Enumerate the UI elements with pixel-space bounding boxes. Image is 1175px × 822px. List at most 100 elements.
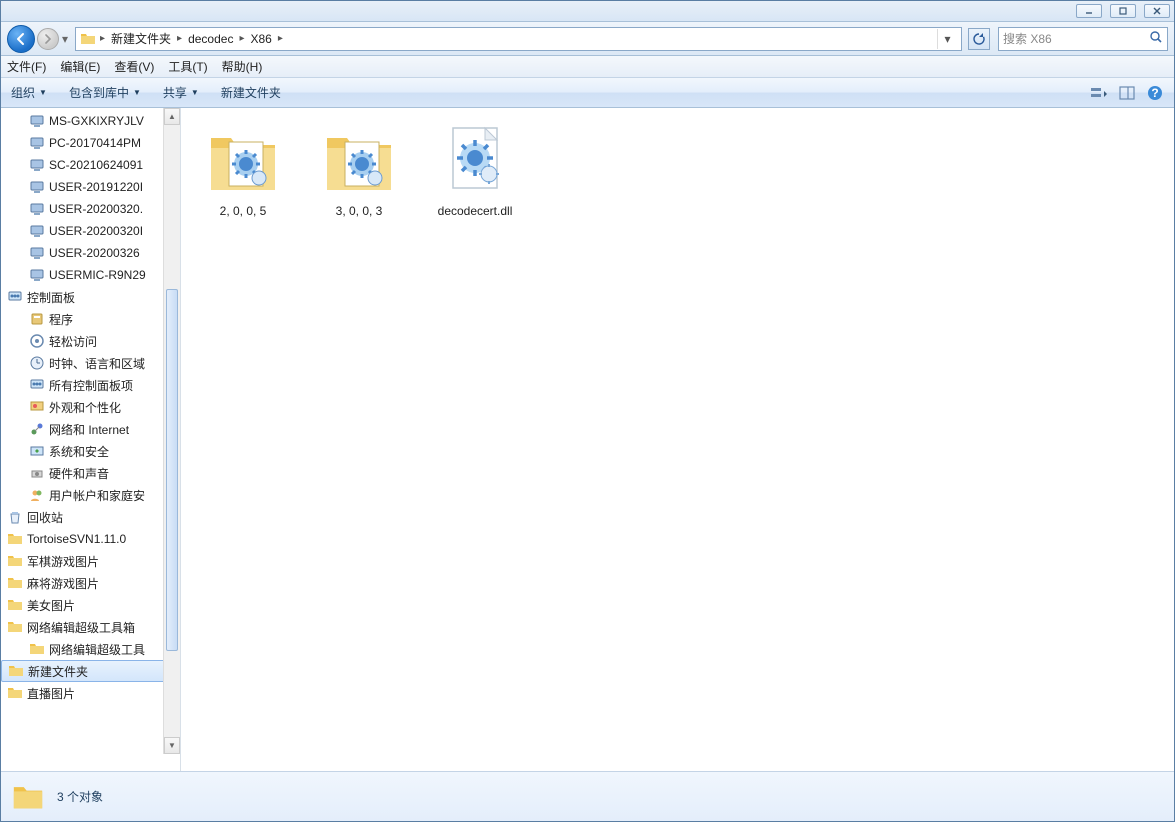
maximize-button[interactable] [1110,4,1136,18]
breadcrumb-chevron-icon[interactable]: ▸ [239,33,244,44]
tree-item[interactable]: 直播图片 [1,682,180,704]
tree-item[interactable]: 时钟、语言和区域 [1,352,180,374]
tree-item-label: 外观和个性化 [49,399,121,416]
tree-item-label: 用户帐户和家庭安 [49,487,145,504]
computer-icon [29,223,45,239]
file-name: 2, 0, 0, 5 [193,204,293,218]
tree-item[interactable]: 控制面板 [1,286,180,308]
tree-item-label: 军棋游戏图片 [27,553,99,570]
tree-item[interactable]: USER-20200320. [1,198,180,220]
tree-item-label: 新建文件夹 [28,663,88,680]
ease-icon [29,333,45,349]
hardware-icon [29,465,45,481]
tree-item-label: 回收站 [27,509,63,526]
computer-icon [29,113,45,129]
scroll-up-icon[interactable]: ▲ [164,108,180,125]
file-item[interactable]: decodecert.dll [425,120,525,218]
menu-tools[interactable]: 工具(T) [168,58,207,75]
menu-help[interactable]: 帮助(H) [222,58,263,75]
new-folder-button[interactable]: 新建文件夹 [221,84,281,101]
folder-icon [7,685,23,701]
tree-item[interactable]: 硬件和声音 [1,462,180,484]
share-button[interactable]: 共享▼ [163,84,199,101]
breadcrumb-chevron-icon[interactable]: ▸ [100,33,105,44]
computer-icon [29,245,45,261]
tree-item[interactable]: 用户帐户和家庭安 [1,484,180,506]
breadcrumb-item[interactable]: 新建文件夹 [107,28,175,49]
tree-item-label: 硬件和声音 [49,465,109,482]
command-bar: 组织▼ 包含到库中▼ 共享▼ 新建文件夹 ? [1,78,1174,108]
tree-item[interactable]: 新建文件夹 [1,660,180,682]
breadcrumb-item[interactable]: X86 [246,30,275,48]
menu-edit[interactable]: 编辑(E) [60,58,100,75]
breadcrumb-chevron-icon[interactable]: ▸ [177,33,182,44]
system-icon [29,443,45,459]
tree-item[interactable]: 美女图片 [1,594,180,616]
tree-item-label: 控制面板 [27,289,75,306]
folder-icon [203,120,283,198]
status-text: 3 个对象 [57,788,103,805]
file-item[interactable]: 2, 0, 0, 5 [193,120,293,218]
tree-item-label: 麻将游戏图片 [27,575,99,592]
address-dropdown[interactable]: ▾ [937,29,957,49]
menu-view[interactable]: 查看(V) [114,58,154,75]
tree-item[interactable]: 所有控制面板项 [1,374,180,396]
view-options-button[interactable] [1090,84,1108,102]
tree-item[interactable]: 网络和 Internet [1,418,180,440]
back-button[interactable] [7,25,35,53]
tree-item[interactable]: TortoiseSVN1.11.0 [1,528,180,550]
address-bar[interactable]: ▸ 新建文件夹 ▸ decodec ▸ X86 ▸ ▾ [75,27,962,51]
search-icon [1149,30,1163,47]
nav-history-dropdown[interactable]: ▾ [59,28,71,50]
close-button[interactable] [1144,4,1170,18]
tree-item[interactable]: 系统和安全 [1,440,180,462]
scroll-thumb[interactable] [166,289,178,651]
tree-item[interactable]: USER-20191220I [1,176,180,198]
programs-icon [29,311,45,327]
search-box[interactable]: 搜索 X86 [998,27,1168,51]
preview-pane-button[interactable] [1118,84,1136,102]
scroll-down-icon[interactable]: ▼ [164,737,180,754]
help-button[interactable]: ? [1146,84,1164,102]
tree-item[interactable]: 网络编辑超级工具箱 [1,616,180,638]
tree-item[interactable]: 麻将游戏图片 [1,572,180,594]
tree-item[interactable]: SC-20210624091 [1,154,180,176]
file-list[interactable]: 2, 0, 0, 5 3, 0, 0, 3 decodecert.dll [181,108,1174,771]
tree-item-label: 网络编辑超级工具 [49,641,145,658]
tree-item[interactable]: USER-20200320I [1,220,180,242]
svg-text:?: ? [1151,86,1158,100]
tree-item[interactable]: 轻松访问 [1,330,180,352]
file-item[interactable]: 3, 0, 0, 3 [309,120,409,218]
tree-item[interactable]: USERMIC-R9N29 [1,264,180,286]
tree-item-label: TortoiseSVN1.11.0 [27,532,126,546]
file-name: decodecert.dll [425,204,525,218]
tree-item-label: USERMIC-R9N29 [49,268,146,282]
tree-item-label: 程序 [49,311,73,328]
tree-item[interactable]: PC-20170414PM [1,132,180,154]
tree-item[interactable]: 军棋游戏图片 [1,550,180,572]
tree-item[interactable]: 网络编辑超级工具 [1,638,180,660]
menu-file[interactable]: 文件(F) [7,58,46,75]
tree-item[interactable]: 回收站 [1,506,180,528]
folder-icon [7,531,23,547]
tree-item[interactable]: USER-20200326 [1,242,180,264]
sidebar-scrollbar[interactable]: ▲ ▼ [163,108,180,754]
include-in-library-button[interactable]: 包含到库中▼ [69,84,141,101]
tree-item-label: USER-20200320. [49,202,143,216]
folder-icon [319,120,399,198]
forward-button[interactable] [37,28,59,50]
tree-item[interactable]: MS-GXKIXRYJLV [1,110,180,132]
tree-item[interactable]: 外观和个性化 [1,396,180,418]
control-panel-icon [7,289,23,305]
details-pane: 3 个对象 [1,771,1174,821]
refresh-button[interactable] [968,28,990,50]
title-bar [1,1,1174,22]
breadcrumb-chevron-icon[interactable]: ▸ [278,33,283,44]
breadcrumb-item[interactable]: decodec [184,30,237,48]
folder-icon [7,597,23,613]
organize-button[interactable]: 组织▼ [11,84,47,101]
explorer-window: ▾ ▸ 新建文件夹 ▸ decodec ▸ X86 ▸ ▾ 搜索 X86 文件(… [0,0,1175,822]
tree-item[interactable]: 程序 [1,308,180,330]
minimize-button[interactable] [1076,4,1102,18]
tree-item-label: USER-20191220I [49,180,143,194]
